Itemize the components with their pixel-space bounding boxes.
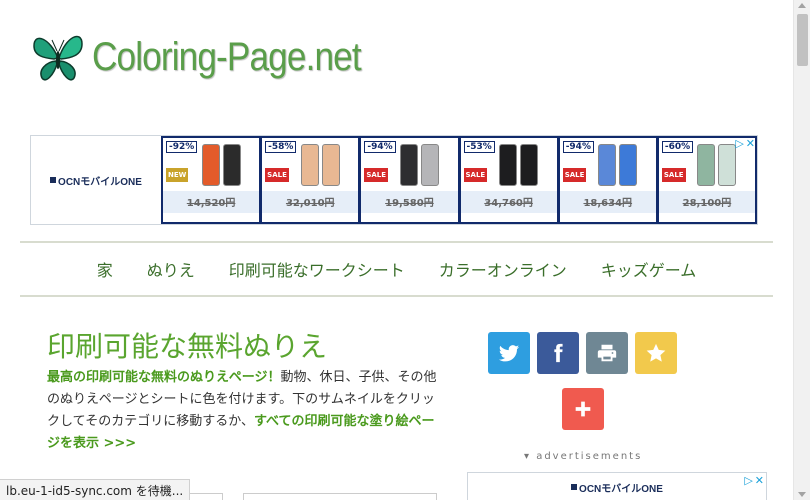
sale-tag: SALE xyxy=(661,168,686,182)
ad-close-icon[interactable]: ✕ xyxy=(746,137,755,150)
phone-image xyxy=(520,144,539,186)
scroll-up-icon[interactable] xyxy=(798,3,806,8)
butterfly-icon xyxy=(33,35,83,81)
product-image xyxy=(300,144,340,186)
sale-tag: SALE xyxy=(265,168,289,182)
twitter-icon xyxy=(498,345,520,362)
scrollbar-thumb[interactable] xyxy=(797,14,808,66)
ad-product-list: -92% NEW 14,520円 -58% SALE 32,010円 -94% SALE 19,… xyxy=(161,136,757,224)
product-image xyxy=(201,144,241,186)
ad-brand[interactable]: OCNモバイルONE xyxy=(31,136,161,224)
phone-image xyxy=(321,144,340,186)
sale-tag: SALE xyxy=(562,168,587,182)
facebook-share-button[interactable] xyxy=(537,332,579,374)
product-image xyxy=(499,144,539,186)
discount-badge: -53% xyxy=(463,141,495,153)
ocn-logo: OCNモバイルONE xyxy=(50,173,142,188)
scroll-down-icon[interactable] xyxy=(798,492,806,497)
phone-image xyxy=(201,144,220,186)
main-nav: 家 ぬりえ 印刷可能なワークシート カラーオンライン キッズゲーム xyxy=(20,241,773,297)
twitter-share-button[interactable] xyxy=(488,332,530,374)
star-icon xyxy=(646,343,666,362)
phone-image xyxy=(598,144,617,186)
intro-text: 最高の印刷可能な無料のぬりえページ！動物、休日、子供、その他のぬりえページとシー… xyxy=(47,367,447,455)
phone-image xyxy=(619,144,638,186)
facebook-icon xyxy=(554,343,563,363)
original-price: 32,010円 xyxy=(262,191,359,213)
discount-badge: -58% xyxy=(265,141,297,153)
original-price: 18,634円 xyxy=(559,191,656,213)
intro-highlight: 最高の印刷可能な無料のぬりえページ！ xyxy=(47,370,281,385)
ad-product[interactable]: -94% SALE 19,580円 xyxy=(361,138,458,222)
print-button[interactable] xyxy=(586,332,628,374)
nav-item-color-online[interactable]: カラーオンライン xyxy=(439,257,567,281)
status-bubble: lb.eu-1-id5-sync.com を待機... xyxy=(0,479,191,500)
phone-image xyxy=(420,144,439,186)
adchoices-icon[interactable]: ▷ xyxy=(735,137,743,150)
ad-product[interactable]: -58% SALE 32,010円 xyxy=(262,138,359,222)
phone-image xyxy=(499,144,518,186)
phone-image xyxy=(222,144,241,186)
ocn-logo-text: OCNモバイルONE xyxy=(58,176,142,188)
ad-bottom-close-icon[interactable]: ✕ xyxy=(755,474,764,487)
original-price: 19,580円 xyxy=(361,191,458,213)
nav-item-kids-games[interactable]: キッズゲーム xyxy=(601,257,697,281)
adchoices-bottom-icon[interactable]: ▷ xyxy=(744,474,752,487)
discount-badge: -94% xyxy=(364,141,396,153)
favorite-button[interactable] xyxy=(635,332,677,374)
print-icon xyxy=(597,344,617,362)
nav-item-coloring[interactable]: ぬりえ xyxy=(147,257,195,281)
ads-label: ▾ advertisements xyxy=(524,451,643,462)
original-price: 28,100円 xyxy=(658,191,756,213)
ads-label-text: advertisements xyxy=(536,451,643,462)
site-logo[interactable]: Coloring-Page.net xyxy=(30,28,397,86)
sale-tag: NEW xyxy=(166,168,189,182)
sale-tag: SALE xyxy=(364,168,389,182)
adchoices[interactable]: ▷ ✕ xyxy=(733,136,757,151)
nav-item-worksheets[interactable]: 印刷可能なワークシート xyxy=(229,257,405,281)
product-image xyxy=(598,144,638,186)
ocn-logo-bottom: OCNモバイルONE xyxy=(571,480,663,495)
discount-badge: -60% xyxy=(661,141,694,153)
thumbnail-box[interactable] xyxy=(243,493,437,500)
ad-product[interactable]: -94% SALE 18,634円 xyxy=(559,138,656,222)
plus-icon xyxy=(575,401,591,417)
sale-tag: SALE xyxy=(463,168,488,182)
bottom-ad-banner[interactable]: OCNモバイルONE ▷ ✕ xyxy=(467,472,767,500)
nav-item-home[interactable]: 家 xyxy=(97,257,113,281)
discount-badge: -92% xyxy=(166,141,198,153)
discount-badge: -94% xyxy=(562,141,594,153)
product-image xyxy=(697,144,737,186)
vertical-scrollbar[interactable] xyxy=(793,0,810,500)
phone-image xyxy=(300,144,319,186)
logo-text: Coloring-Page.net xyxy=(92,34,362,79)
original-price: 34,760円 xyxy=(460,191,557,213)
ad-product[interactable]: -53% SALE 34,760円 xyxy=(460,138,557,222)
original-price: 14,520円 xyxy=(163,191,260,213)
phone-image xyxy=(697,144,716,186)
more-share-button[interactable] xyxy=(562,388,604,430)
adchoices-bottom[interactable]: ▷ ✕ xyxy=(742,473,766,488)
page-title: 印刷可能な無料ぬりえ xyxy=(47,330,328,363)
product-image xyxy=(399,144,439,186)
ocn-logo-bottom-text: OCNモバイルONE xyxy=(579,483,663,495)
top-ad-banner[interactable]: OCNモバイルONE -92% NEW 14,520円 -58% SALE 32,010円… xyxy=(30,135,758,225)
ad-product[interactable]: -92% NEW 14,520円 xyxy=(163,138,260,222)
page: Coloring-Page.net OCNモバイルONE -92% NEW 14,5… xyxy=(0,0,810,500)
phone-image xyxy=(399,144,418,186)
